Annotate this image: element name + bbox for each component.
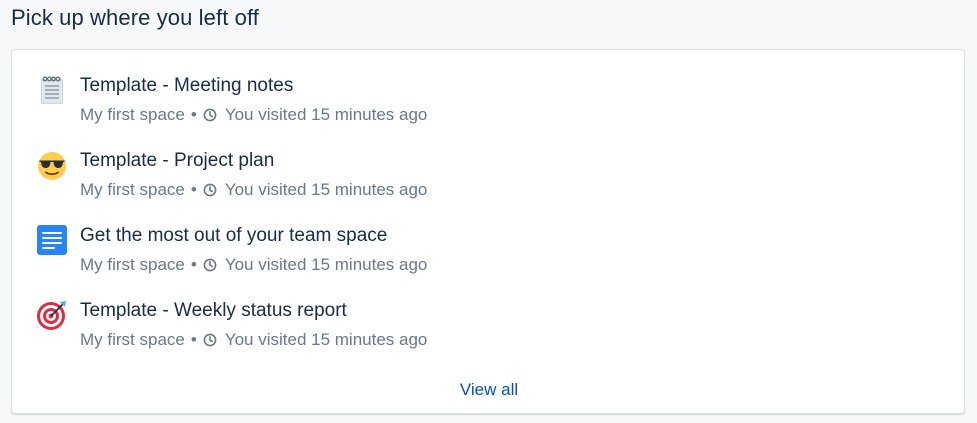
clock-icon bbox=[203, 258, 217, 272]
page-title[interactable]: Template - Project plan bbox=[80, 150, 274, 172]
visited-time: You visited 15 minutes ago bbox=[224, 330, 428, 349]
recent-page-item[interactable]: Template - Weekly status report My first… bbox=[35, 299, 935, 359]
page-title[interactable]: Get the most out of your team space bbox=[80, 225, 387, 247]
sunglasses-face-icon bbox=[36, 149, 68, 181]
page-title[interactable]: Template - Weekly status report bbox=[80, 300, 347, 322]
recent-page-item[interactable]: Template - Project plan My first space •… bbox=[35, 149, 935, 209]
space-name: My first space bbox=[80, 105, 185, 124]
page-title[interactable]: Template - Meeting notes bbox=[80, 75, 293, 97]
recent-pages-card: Template - Meeting notes My first space … bbox=[11, 49, 965, 414]
space-name: My first space bbox=[80, 180, 185, 199]
visited-time: You visited 15 minutes ago bbox=[224, 255, 428, 274]
visited-time: You visited 15 minutes ago bbox=[224, 180, 428, 199]
page-meta: My first space • You visited 15 minutes … bbox=[80, 105, 427, 125]
separator-dot: • bbox=[190, 330, 197, 349]
separator-dot: • bbox=[190, 105, 197, 124]
space-name: My first space bbox=[80, 330, 185, 349]
page-meta: My first space • You visited 15 minutes … bbox=[80, 180, 427, 200]
section-title: Pick up where you left off bbox=[11, 5, 259, 30]
clock-icon bbox=[203, 108, 217, 122]
recent-page-item[interactable]: Template - Meeting notes My first space … bbox=[35, 74, 935, 134]
target-icon bbox=[36, 299, 68, 331]
space-name: My first space bbox=[80, 255, 185, 274]
visited-time: You visited 15 minutes ago bbox=[224, 105, 428, 124]
document-icon bbox=[36, 224, 68, 256]
clock-icon bbox=[203, 183, 217, 197]
separator-dot: • bbox=[190, 180, 197, 199]
separator-dot: • bbox=[190, 255, 197, 274]
notepad-icon bbox=[36, 74, 68, 106]
page-meta: My first space • You visited 15 minutes … bbox=[80, 330, 427, 350]
view-all-link[interactable]: View all bbox=[12, 380, 966, 400]
page-meta: My first space • You visited 15 minutes … bbox=[80, 255, 427, 275]
recent-page-item[interactable]: Get the most out of your team space My f… bbox=[35, 224, 935, 284]
clock-icon bbox=[203, 333, 217, 347]
